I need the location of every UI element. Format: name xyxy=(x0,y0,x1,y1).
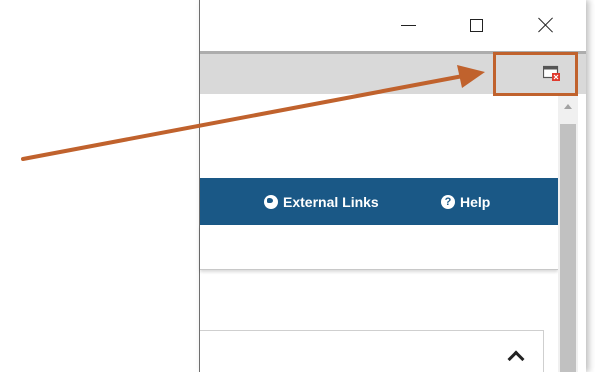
title-bar xyxy=(200,0,586,51)
question-circle-icon xyxy=(441,194,455,210)
browser-window: External Links Help xyxy=(199,0,586,372)
close-window-button[interactable] xyxy=(531,10,561,40)
minimize-button[interactable] xyxy=(393,10,423,40)
external-links-label: External Links xyxy=(283,193,379,210)
help-label: Help xyxy=(460,193,491,210)
vertical-scrollbar[interactable] xyxy=(558,94,578,372)
scroll-thumb[interactable] xyxy=(560,124,576,372)
globe-icon xyxy=(264,194,278,209)
page-content: External Links Help xyxy=(200,94,558,372)
scroll-up-icon[interactable] xyxy=(564,104,572,109)
help-link[interactable]: Help xyxy=(441,178,490,225)
highlight-box xyxy=(493,52,578,96)
screenshot-page: External Links Help xyxy=(0,0,595,372)
minimize-icon xyxy=(400,24,416,26)
sub-navigation-bar xyxy=(200,225,558,270)
collapsible-panel xyxy=(200,330,544,372)
close-icon xyxy=(538,17,554,33)
chevron-up-icon[interactable] xyxy=(507,350,525,368)
top-navbar: External Links Help xyxy=(200,178,558,225)
maximize-button[interactable] xyxy=(461,10,491,40)
maximize-icon xyxy=(469,18,483,32)
external-links-link[interactable]: External Links xyxy=(264,178,379,225)
